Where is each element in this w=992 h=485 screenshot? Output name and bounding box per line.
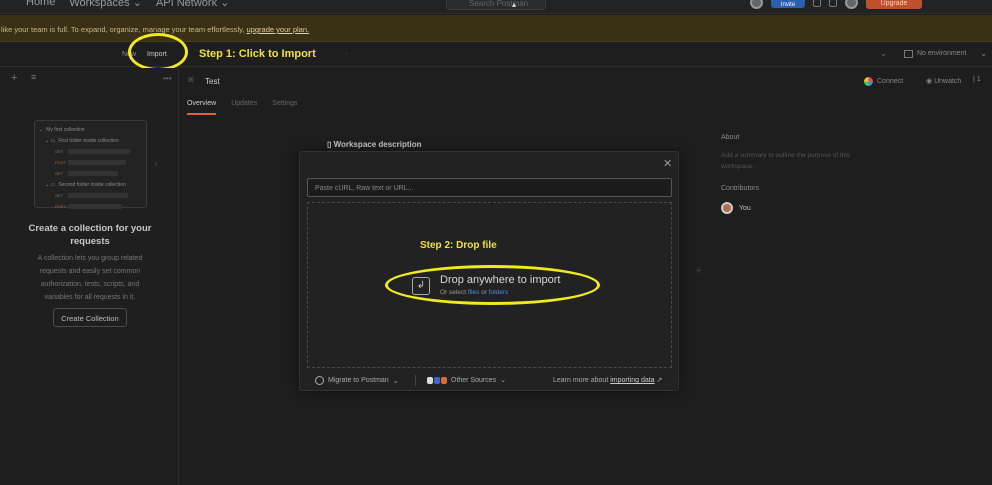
preview-request: GET xyxy=(39,146,142,157)
tab-overview[interactable]: Overview xyxy=(187,100,217,115)
upgrade-plan-link[interactable]: upgrade your plan. xyxy=(247,25,310,34)
preview-request: POST xyxy=(39,157,142,168)
chevron-down-icon: ⌄ xyxy=(500,377,507,384)
tab-overflow-icon[interactable]: · xyxy=(345,49,348,58)
more-icon[interactable]: ••• xyxy=(163,74,171,83)
profile-avatar[interactable] xyxy=(845,0,858,9)
notifications-icon[interactable] xyxy=(829,0,837,7)
invite-button[interactable]: Invite xyxy=(771,0,805,8)
add-icon[interactable]: + xyxy=(11,72,17,84)
user-avatar[interactable] xyxy=(750,0,763,9)
tab-updates[interactable]: Updates xyxy=(231,100,257,115)
filter-icon[interactable]: ≡ xyxy=(31,72,36,82)
environment-selector[interactable]: No environment ⌄ xyxy=(904,49,987,58)
chevron-down-icon[interactable]: ⌄ xyxy=(880,49,887,58)
chevron-down-icon: ⌄ xyxy=(392,377,399,385)
empty-state-description: A collection lets you group related requ… xyxy=(37,255,143,301)
contributors-heading: Contributors xyxy=(721,185,760,192)
migrate-button[interactable]: Migrate to Postman ⌄ xyxy=(315,376,399,385)
mouse-cursor-icon: ▴ xyxy=(512,0,517,9)
preview-folder: ⌄ ▭ First folder inside collection xyxy=(45,137,119,144)
close-icon[interactable]: ✕ xyxy=(663,157,672,170)
search-input[interactable]: Search Postman xyxy=(446,0,546,10)
empty-state-title: Create a collection for your requests xyxy=(28,223,152,247)
step2-annotation: Step 2: Drop file xyxy=(420,240,497,251)
top-nav: Home Workspaces ⌄ API Network ⌄ Search P… xyxy=(0,0,992,14)
create-collection-button[interactable]: Create Collection xyxy=(53,308,127,327)
preview-request: GET xyxy=(39,168,142,179)
contributor-name: You xyxy=(739,204,751,212)
external-link-icon: ↗ xyxy=(656,377,663,384)
about-summary[interactable]: Add a summary to outline the purpose of … xyxy=(721,150,881,172)
import-highlight-circle xyxy=(128,33,188,71)
importing-data-link[interactable]: importing data xyxy=(610,377,654,384)
import-url-input[interactable]: Paste cURL, Raw text or URL... xyxy=(307,178,672,197)
step1-annotation: Step 1: Click to Import xyxy=(199,48,316,60)
workspace-header: ꕤ Test Connect ◉ Unwatch | 1 xyxy=(180,68,992,94)
preview-request: GET xyxy=(39,190,142,201)
app-window: Home Workspaces ⌄ API Network ⌄ Search P… xyxy=(0,0,992,485)
modal-footer: Migrate to Postman ⌄ Other Sources ⌄ Lea… xyxy=(300,372,680,390)
avatar xyxy=(721,202,733,214)
add-icon: + xyxy=(696,266,702,277)
nav-api-network[interactable]: API Network ⌄ xyxy=(156,0,229,9)
import-modal: ✕ Paste cURL, Raw text or URL... Step 2:… xyxy=(299,151,679,391)
nav-workspaces[interactable]: Workspaces ⌄ xyxy=(69,0,142,9)
settings-icon[interactable] xyxy=(813,0,821,7)
preview-collection: ⌄ My first collection xyxy=(39,126,85,133)
connect-button[interactable]: Connect xyxy=(864,77,903,86)
upgrade-button[interactable]: Upgrade xyxy=(866,0,922,9)
chevron-right-icon: › xyxy=(155,159,158,168)
banner-text: like your team is full. To expand, organ… xyxy=(1,25,247,34)
nav-home[interactable]: Home xyxy=(26,0,55,9)
environment-icon xyxy=(904,49,913,58)
unwatch-button[interactable]: ◉ Unwatch xyxy=(926,77,961,85)
team-icon: ꕤ xyxy=(188,77,194,84)
source-logos-icon xyxy=(427,376,447,384)
chevron-down-icon: ⌄ xyxy=(980,49,988,58)
workspace-description-heading: ▯ Workspace description xyxy=(327,140,422,149)
topbar-actions: Invite Upgrade xyxy=(750,0,922,9)
main-nav: Home Workspaces ⌄ API Network ⌄ xyxy=(26,0,229,9)
preview-folder: ⌄ ▭ Second folder inside collection xyxy=(45,181,126,188)
environment-label: No environment xyxy=(917,50,967,57)
workspace-name: Test xyxy=(205,77,220,86)
footer-divider xyxy=(415,375,416,386)
preview-request: POST xyxy=(39,201,142,212)
contributor-item: You xyxy=(721,202,751,214)
slack-icon xyxy=(864,77,873,86)
sidebar: + ≡ ••• ⌄ My first collection ⌄ ▭ First … xyxy=(0,68,179,485)
other-sources-button[interactable]: Other Sources ⌄ xyxy=(427,376,506,384)
tab-settings[interactable]: Settings xyxy=(272,100,297,115)
migrate-icon xyxy=(315,376,324,385)
learn-more-text: Learn more about importing data ↗ xyxy=(553,377,663,384)
drop-highlight-circle xyxy=(385,265,600,305)
workspace-tabs: Overview Updates Settings xyxy=(187,100,298,115)
collection-preview: ⌄ My first collection ⌄ ▭ First folder i… xyxy=(34,120,147,209)
watch-count: | 1 xyxy=(973,76,981,83)
drop-zone[interactable]: Step 2: Drop file ↲ Drop anywhere to imp… xyxy=(307,202,672,368)
about-heading: About xyxy=(721,134,740,141)
